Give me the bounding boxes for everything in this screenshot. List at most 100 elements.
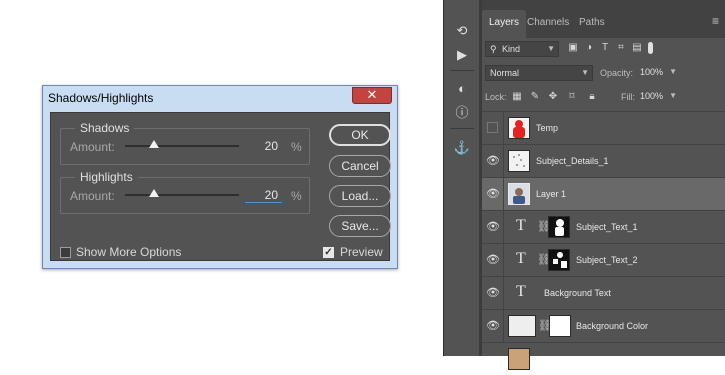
layer-name: Background Color: [576, 321, 649, 331]
highlights-slider-thumb[interactable]: [149, 189, 159, 197]
eye-icon[interactable]: 👁︎: [486, 286, 500, 300]
panel-menu-icon[interactable]: ≡: [712, 14, 719, 28]
shadows-legend: Shadows: [75, 121, 135, 135]
layers-panel: Layers Channels Paths ≡ ⚲ Kind ▼ ▣ ◑ T ⌗…: [482, 0, 725, 370]
shadows-amount-label: Amount:: [70, 140, 115, 154]
visibility-toggle-off[interactable]: [487, 122, 498, 133]
chevron-down-icon: ▼: [581, 68, 589, 77]
layer-name: Background Text: [544, 288, 611, 298]
lock-brush-icon[interactable]: ✎: [529, 91, 541, 103]
layer-mask-thumbnail: [548, 249, 570, 271]
layer-thumbnail: [508, 150, 530, 172]
cancel-button[interactable]: Cancel: [329, 155, 391, 177]
layer-mask-thumbnail: [549, 315, 571, 337]
red-silhouette-icon: [513, 120, 525, 138]
lock-position-icon[interactable]: ✥: [547, 91, 559, 103]
portrait-thumbnail-icon: [513, 188, 525, 204]
fill-layer-thumbnail: [508, 315, 536, 337]
eye-icon[interactable]: 👁︎: [486, 154, 500, 168]
layer-divider: [503, 211, 504, 244]
eye-icon[interactable]: 👁︎: [486, 220, 500, 234]
layer-divider: [503, 310, 504, 343]
mask-thumbnail-icon: [555, 219, 564, 236]
show-more-options-checkbox[interactable]: [60, 247, 71, 258]
filter-kind-label: Kind: [502, 44, 521, 54]
layer-row-temp[interactable]: Temp: [482, 111, 725, 145]
blend-mode-value: Normal: [490, 68, 520, 78]
filter-type-icon[interactable]: T: [599, 42, 611, 54]
close-button[interactable]: ✕: [352, 87, 392, 104]
filter-shape-icon[interactable]: ⌗: [615, 42, 627, 54]
blend-mode-select[interactable]: Normal ▼: [485, 65, 593, 81]
opacity-input[interactable]: 100% ▼: [636, 65, 680, 81]
shadows-amount-slider[interactable]: [125, 145, 239, 147]
layer-row-background-color[interactable]: 👁︎ ⛓︎ Background Color: [482, 309, 725, 343]
highlights-percent-label: %: [291, 189, 302, 203]
eye-icon[interactable]: 👁︎: [486, 319, 500, 333]
save-button[interactable]: Save...: [329, 215, 391, 237]
highlights-amount-input[interactable]: 20: [245, 187, 282, 203]
highlights-amount-slider[interactable]: [125, 194, 239, 196]
mask-thumbnail-icon: [553, 252, 567, 268]
dialog-body: Shadows Amount: 20 % Highlights Amount: …: [50, 112, 391, 261]
preview-checkbox[interactable]: ✓: [323, 247, 334, 258]
filter-kind-select[interactable]: ⚲ Kind ▼: [485, 41, 559, 57]
ok-button[interactable]: OK: [329, 124, 391, 146]
fill-value: 100%: [640, 91, 664, 101]
info-icon[interactable]: ⓘ: [453, 104, 471, 122]
clone-source-icon[interactable]: ⚓: [453, 139, 471, 157]
layer-row-subject-text-1[interactable]: 👁︎ T ⛓︎ Subject_Text_1: [482, 210, 725, 244]
layer-row-subject-details-1[interactable]: 👁︎ Subject_Details_1: [482, 144, 725, 178]
layer-divider: [503, 178, 504, 211]
tab-paths[interactable]: Paths: [572, 10, 612, 38]
chevron-down-icon: ▼: [547, 44, 555, 53]
filter-toggle-icon[interactable]: [648, 42, 653, 54]
highlights-legend: Highlights: [75, 170, 138, 184]
close-icon: ✕: [366, 87, 378, 102]
text-layer-icon: T: [516, 250, 526, 267]
layer-row-subject-text-2[interactable]: 👁︎ T ⛓︎ Subject_Text_2: [482, 243, 725, 277]
tab-channels[interactable]: Channels: [520, 10, 576, 38]
layer-name: Subject_Details_1: [536, 156, 609, 166]
play-icon[interactable]: ▶: [453, 46, 471, 64]
checkmark-icon: ✓: [324, 247, 333, 258]
history-icon[interactable]: ⟲: [453, 22, 471, 40]
layer-thumbnail: [508, 183, 530, 205]
chevron-down-icon: ▼: [669, 67, 677, 76]
eye-icon[interactable]: 👁︎: [486, 253, 500, 267]
layer-divider: [503, 112, 504, 145]
shadows-slider-thumb[interactable]: [149, 140, 159, 148]
highlights-group: Highlights Amount: 20 %: [60, 170, 310, 214]
load-button[interactable]: Load...: [329, 185, 391, 207]
show-more-options-label: Show More Options: [76, 245, 182, 259]
eye-icon[interactable]: 👁︎: [486, 187, 500, 201]
shadows-percent-label: %: [291, 140, 302, 154]
layer-thumbnail: [508, 117, 530, 139]
layer-row-partial[interactable]: [482, 342, 725, 375]
layer-name: Temp: [536, 123, 559, 133]
layer-mask-thumbnail: [548, 216, 570, 238]
lock-artboard-icon[interactable]: ⌑: [566, 91, 578, 103]
shadows-highlights-dialog: Shadows/Highlights ✕ Shadows Amount: 20 …: [42, 85, 398, 269]
opacity-value: 100%: [640, 67, 664, 77]
panel-tabbar: Layers Channels Paths ≡: [482, 0, 725, 38]
text-layer-icon: T: [516, 217, 526, 234]
lock-all-icon[interactable]: 🔒︎: [586, 91, 598, 103]
lock-transparent-icon[interactable]: ▦: [511, 91, 523, 103]
layer-row-background-text[interactable]: 👁︎ T Background Text: [482, 276, 725, 310]
fill-input[interactable]: 100% ▼: [636, 89, 680, 105]
preview-label: Preview: [340, 245, 383, 259]
opacity-label: Opacity:: [600, 68, 634, 78]
shadows-amount-input[interactable]: 20: [245, 138, 282, 154]
layer-row-layer-1[interactable]: 👁︎ Layer 1: [482, 177, 725, 211]
filter-adjustment-icon[interactable]: ◑: [583, 42, 595, 54]
text-layer-icon: T: [516, 283, 526, 300]
search-icon: ⚲: [490, 44, 497, 54]
panel-dock-strip: ⟲ ▶ ◐ ⓘ ⚓: [443, 0, 479, 356]
shadows-group: Shadows Amount: 20 %: [60, 121, 310, 165]
filter-pixel-icon[interactable]: ▣: [567, 42, 579, 54]
adjustments-icon[interactable]: ◐: [453, 80, 471, 98]
highlights-amount-label: Amount:: [70, 189, 115, 203]
layer-divider: [503, 145, 504, 178]
filter-smart-object-icon[interactable]: ▤: [631, 42, 643, 54]
